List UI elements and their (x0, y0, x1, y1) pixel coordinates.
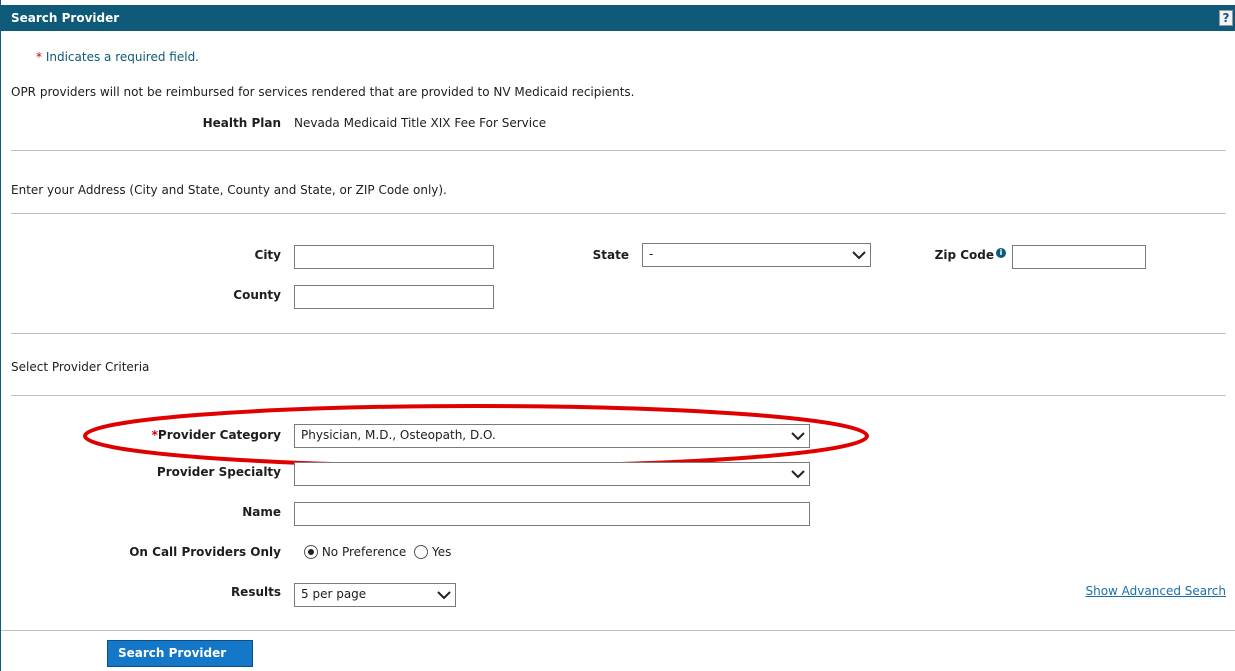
radio-no-preference[interactable] (304, 545, 318, 559)
results-label: Results (230, 585, 281, 599)
panel-header: Search Provider ? (1, 5, 1235, 31)
results-select[interactable]: 5 per page (294, 583, 456, 607)
on-call-options: No Preference Yes (304, 545, 451, 559)
address-instruction: Enter your Address (City and State, Coun… (11, 183, 447, 197)
zip-label: Zip Code i (881, 248, 1006, 262)
search-provider-panel: Search Provider ? * Indicates a required… (0, 0, 1235, 671)
results-value: 5 per page (301, 587, 367, 601)
city-label: City (254, 248, 281, 262)
county-input[interactable] (294, 285, 494, 309)
radio-yes-label: Yes (431, 545, 452, 559)
radio-no-preference-label: No Preference (321, 545, 407, 559)
on-call-label: On Call Providers Only (129, 545, 281, 559)
provider-specialty-label: Provider Specialty (156, 465, 281, 479)
state-select[interactable]: - (642, 243, 871, 267)
zip-label-text: Zip Code (934, 248, 994, 262)
chevron-down-icon (852, 251, 866, 260)
chevron-down-icon (791, 470, 805, 479)
name-input[interactable] (294, 502, 810, 526)
search-provider-button[interactable]: Search Provider (107, 640, 253, 667)
divider (11, 395, 1226, 396)
required-asterisk: * (36, 50, 42, 64)
info-icon[interactable]: i (996, 248, 1006, 258)
divider (11, 333, 1226, 334)
opr-warning: OPR providers will not be reimbursed for… (11, 85, 635, 99)
name-label: Name (242, 505, 281, 519)
health-plan-value: Nevada Medicaid Title XIX Fee For Servic… (294, 116, 547, 130)
health-plan-label: Health Plan (202, 116, 281, 130)
criteria-title: Select Provider Criteria (11, 360, 150, 374)
required-note: * Indicates a required field. (36, 50, 199, 64)
divider (11, 150, 1226, 151)
state-select-value: - (649, 247, 654, 261)
highlight-ellipse (83, 404, 869, 468)
panel-title: Search Provider (11, 11, 120, 25)
provider-specialty-select[interactable] (294, 462, 810, 486)
chevron-down-icon (437, 591, 451, 600)
divider (11, 213, 1226, 214)
county-label: County (233, 288, 281, 302)
radio-yes[interactable] (414, 545, 429, 559)
zip-input[interactable] (1012, 245, 1146, 269)
help-icon[interactable]: ? (1219, 10, 1233, 26)
show-advanced-search-link[interactable]: Show Advanced Search (1085, 584, 1226, 598)
required-note-text: Indicates a required field. (45, 50, 199, 64)
city-input[interactable] (294, 245, 494, 269)
state-label: State (592, 248, 629, 262)
divider (1, 630, 1235, 631)
